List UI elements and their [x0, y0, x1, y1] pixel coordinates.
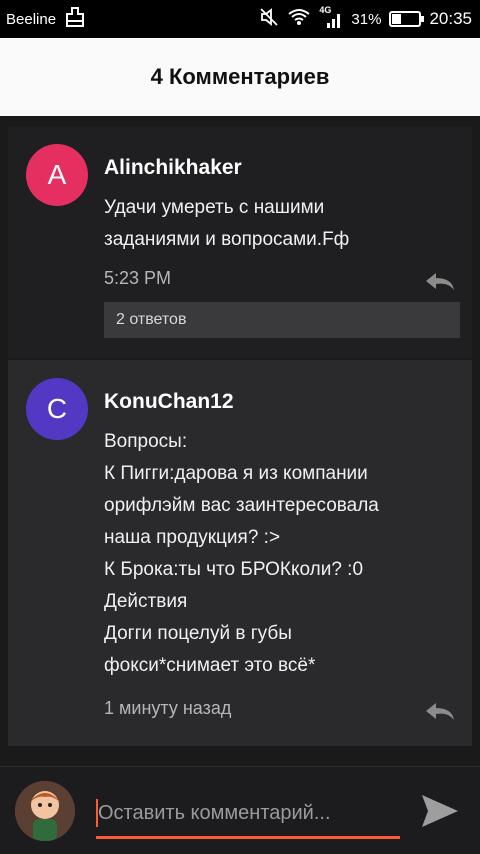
comment-composer [0, 766, 480, 854]
comment-line: Удачи умереть с нашими [104, 197, 325, 218]
replies-button[interactable]: 2 ответов [104, 302, 460, 338]
comment-time: 5:23 PM [104, 268, 172, 288]
clock: 20:35 [429, 9, 472, 28]
comment-author[interactable]: Alinchikhaker [104, 156, 242, 180]
input-underline [96, 836, 400, 839]
comment-list[interactable]: A Alinchikhaker Удачи умереть с нашими з… [0, 116, 480, 766]
status-left: Beeline [6, 7, 86, 31]
comment-line: Действия [104, 591, 188, 612]
mute-icon [259, 7, 279, 31]
page-title: 4 Комментариев [150, 64, 330, 89]
comment-line: К Пигги:дарова я из компании [104, 463, 368, 484]
comment-line: заданиями и вопросами.Fф [104, 229, 350, 250]
reply-icon[interactable] [422, 270, 456, 292]
comment-line: Догги поцелуй в губы [104, 623, 292, 644]
send-button[interactable] [418, 789, 462, 833]
reply-icon[interactable] [422, 700, 456, 722]
cleaner-icon [64, 7, 86, 31]
comment-body: Удачи умереть с нашими заданиями и вопро… [104, 192, 444, 256]
status-right: 4G 31% 20:35 [259, 5, 472, 31]
comment-input-wrapper [96, 791, 400, 839]
comment-line: К Брока:ты что БРОКколи? :0 [104, 559, 364, 580]
avatar-letter: C [46, 393, 68, 424]
comment-author[interactable]: KonuChan12 [104, 390, 234, 414]
text-caret [96, 799, 98, 827]
comment-line: орифлэйм вас заинтересовала [104, 495, 379, 516]
app-header: 4 Комментариев [0, 38, 480, 116]
wifi-icon [287, 8, 311, 30]
signal-icon: 4G [319, 5, 343, 29]
avatar[interactable]: A [26, 144, 88, 206]
comment-item[interactable]: C KonuChan12 Вопросы: К Пигги:дарова я и… [8, 360, 472, 746]
comment-line: фокси*снимает это всё* [104, 655, 316, 676]
carrier-name: Beeline [6, 10, 57, 28]
send-icon [422, 795, 458, 827]
avatar[interactable]: C [26, 378, 88, 440]
battery-fill [392, 14, 402, 24]
status-bar: Beeline 4G 31% 20:35 [0, 0, 480, 38]
battery-percent: 31% [351, 10, 382, 28]
comment-input[interactable] [96, 791, 400, 835]
comment-time: 1 минуту назад [104, 698, 232, 718]
comment-line: наша продукция? :> [104, 527, 281, 548]
comment-line: Вопросы: [104, 431, 188, 452]
comment-body: Вопросы: К Пигги:дарова я из компании ор… [104, 426, 444, 682]
user-avatar[interactable] [15, 781, 75, 841]
avatar-letter: A [47, 159, 67, 190]
comment-item[interactable]: A Alinchikhaker Удачи умереть с нашими з… [8, 126, 472, 358]
battery-icon [389, 11, 425, 27]
